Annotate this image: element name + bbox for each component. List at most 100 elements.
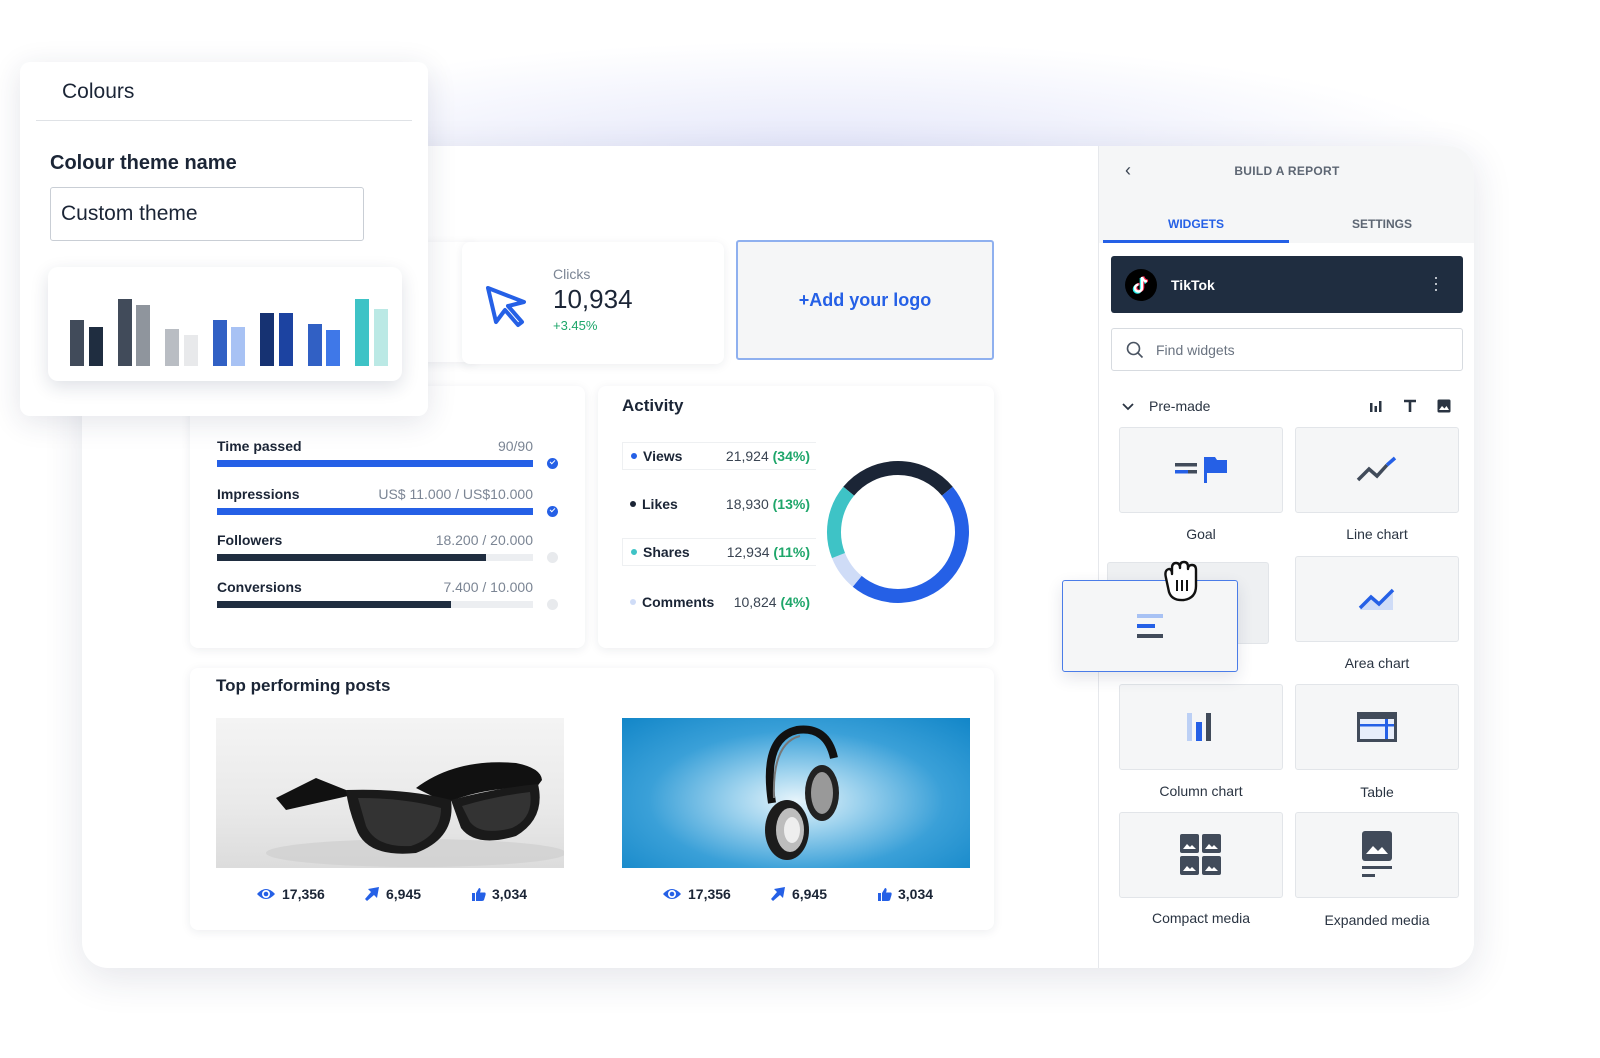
share-arrow-icon [365,887,379,901]
palette-swatch[interactable] [260,312,274,366]
activity-metric: Shares [643,544,690,560]
data-source-tiktok[interactable]: TikTok · · · [1111,256,1463,313]
palette-swatch[interactable] [212,320,227,366]
activity-title: Activity [622,396,684,415]
theme-name-input[interactable] [50,187,364,241]
goal-progress-bar [217,601,533,608]
post-shares: 6,945 [770,886,878,902]
add-logo-button[interactable]: +Add your logo [736,240,994,360]
widget-tile-compact-media[interactable] [1119,812,1283,898]
goal-value: 90/90 [497,438,533,454]
palette-swatch[interactable] [136,304,150,366]
goal-progress-fill [217,508,533,515]
dragged-bar-chart-widget[interactable] [1062,580,1238,672]
widget-label: Area chart [1344,655,1410,671]
activity-metric: Views [643,448,683,464]
widget-tile-table[interactable] [1295,684,1459,770]
palette-swatch[interactable] [278,312,293,366]
data-source-name: TikTok [1171,276,1215,293]
palette-swatch[interactable] [373,308,388,366]
post-image-headphones[interactable] [622,718,970,868]
palette-swatch[interactable] [231,327,245,366]
tab-settings[interactable]: SETTINGS [1289,217,1474,231]
search-input[interactable] [1156,341,1436,358]
widget-label: Line chart [1346,526,1408,542]
tab-widgets[interactable]: WIDGETS [1103,217,1289,231]
goal-name: Time passed [217,438,302,454]
widget-label: Expanded media [1324,912,1430,928]
activity-row: Shares 12,934 (11%) [622,538,816,566]
goal-name: Conversions [217,579,302,595]
palette-swatch[interactable] [183,334,198,366]
goal-progress-bar [217,554,533,561]
activity-value: 10,824 (4%) [733,594,810,610]
more-options-icon[interactable]: · · · [1433,268,1439,298]
column-chart-icon [1183,711,1219,743]
widget-tile-goal[interactable] [1119,427,1283,513]
goal-row: Impressions US$ 11.000 / US$10.000 [217,486,562,517]
like-thumb-icon [878,888,892,901]
colours-title: Colours [62,80,135,103]
palette-swatch[interactable] [326,329,340,366]
activity-row: Comments 10,824 (4%) [622,588,816,616]
post-image-sunglasses[interactable] [216,718,564,868]
sunglasses-illustration [266,762,564,867]
palette-swatch[interactable] [165,329,179,366]
chevron-down-icon[interactable] [1121,401,1135,411]
palette-swatch[interactable] [307,324,322,366]
expanded-media-icon [1359,830,1395,880]
widget-tile-column-chart[interactable] [1119,684,1283,770]
post-stats: 17,356 6,945 3,034 [662,886,986,902]
activity-value: 18,930 (13%) [725,496,810,512]
compact-media-icon [1179,833,1223,877]
palette-swatch[interactable] [117,298,132,366]
goal-icon [1173,455,1229,485]
goals-card: Time passed 90/90 Impressions US$ 11.000 / … [190,386,585,648]
goal-progress-bar [217,460,533,467]
goal-row: Conversions 7.400 / 10.000 [217,579,562,610]
widget-tile-line-chart[interactable] [1295,427,1459,513]
cursor-icon [486,286,526,327]
premade-label: Pre-made [1149,398,1211,414]
filter-text-icon[interactable] [1403,399,1417,413]
post-likes: 3,034 [878,886,986,902]
post-views: 17,356 [256,886,364,902]
grab-hand-cursor-icon [1164,560,1198,602]
widget-tile-expanded-media[interactable] [1295,812,1459,898]
widget-tile-area-chart[interactable] [1295,556,1459,642]
filter-image-icon[interactable] [1437,399,1451,413]
donut-segment-shares[interactable] [827,486,855,559]
colour-palette-preview[interactable] [48,267,402,381]
posts-title: Top performing posts [216,676,391,695]
kpi-card-clicks[interactable]: Clicks 10,934 +3.45% [462,242,724,364]
check-circle-icon [547,458,558,469]
donut-segment-likes[interactable] [843,461,953,496]
widget-search[interactable] [1111,328,1463,371]
goal-name: Followers [217,532,283,548]
post-views: 17,356 [662,886,770,902]
goal-name: Impressions [217,486,300,502]
goal-progress-fill [217,554,486,561]
area-chart-icon [1357,584,1397,614]
views-eye-icon [257,889,275,899]
kpi-label: Clicks [553,266,591,282]
activity-card: Activity Views 21,924 (34%) Likes 18,930 (1… [598,386,994,648]
widget-label: Goal [1186,526,1216,542]
views-eye-icon [663,889,681,899]
tiktok-logo-icon [1125,268,1157,301]
donut-segment-views[interactable] [852,486,969,603]
palette-swatch[interactable] [88,327,103,366]
widget-label: Column chart [1159,783,1243,799]
line-chart-icon [1355,455,1399,485]
widget-label: Compact media [1151,910,1251,926]
filter-chart-icon[interactable] [1369,400,1383,412]
donut-segment-comments[interactable] [831,552,862,587]
panel-title: BUILD A REPORT [1234,164,1340,178]
palette-swatch[interactable] [70,320,84,366]
goal-progress-bar [217,508,533,515]
palette-swatch[interactable] [355,298,369,366]
premade-section-header[interactable]: Pre-made [1121,398,1451,414]
goal-progress-fill [217,601,451,608]
goal-row: Time passed 90/90 [217,438,562,469]
kpi-delta: +3.45% [553,318,598,333]
